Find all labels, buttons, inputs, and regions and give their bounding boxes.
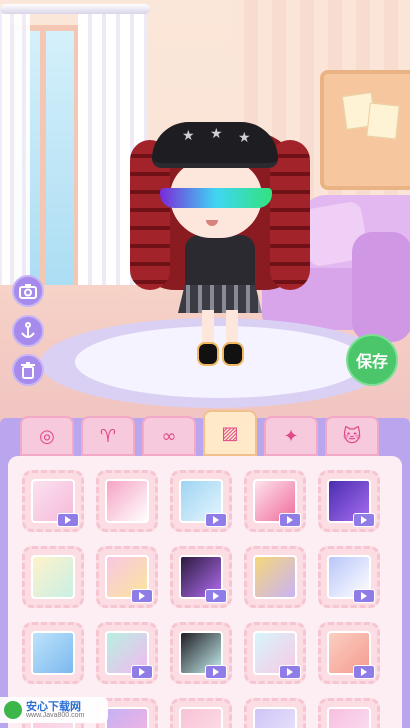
background-image-icon: ▨ — [221, 422, 239, 444]
background-thumbnail — [105, 707, 149, 728]
outfit-skirt — [178, 285, 262, 313]
video-ad-icon — [353, 513, 375, 527]
background-item-pink-stars[interactable] — [318, 698, 380, 728]
tab-magic-wand[interactable]: ✦ — [264, 416, 318, 456]
tab-ring[interactable]: ◎ — [20, 416, 74, 456]
video-ad-icon — [205, 665, 227, 679]
video-ad-icon — [353, 665, 375, 679]
shoe-left — [197, 342, 219, 366]
shoe-right — [222, 342, 244, 366]
background-item-pink-room[interactable] — [170, 698, 232, 728]
camera-icon — [19, 284, 37, 299]
background-item-blue-star[interactable] — [318, 546, 380, 608]
watermark-logo — [4, 701, 22, 719]
curtain-left — [0, 8, 30, 308]
save-button[interactable]: 保存 — [346, 334, 398, 386]
video-ad-icon — [131, 665, 153, 679]
watermark: 安心下载网 www.Java800.com — [0, 697, 108, 723]
tab-headband[interactable]: ♈ — [81, 416, 135, 456]
background-item-rainbow-stars[interactable] — [96, 546, 158, 608]
avatar-character[interactable]: ★ ★ ★ — [130, 110, 310, 375]
video-ad-icon — [279, 665, 301, 679]
background-thumbnail — [327, 707, 371, 728]
background-thumbnail — [179, 707, 223, 728]
background-item-galaxy-purple[interactable] — [318, 470, 380, 532]
star-hat: ★ ★ ★ — [152, 122, 278, 168]
background-item-blue-bubbles[interactable] — [22, 622, 84, 684]
trash-button[interactable] — [12, 354, 44, 386]
watermark-url: www.Java800.com — [26, 712, 85, 719]
watermark-title: 安心下载网 — [26, 700, 81, 713]
glasses-icon: ∞ — [161, 425, 177, 447]
category-tabs: ◎ ♈ ∞ ▨ ✦ 🐱 — [14, 410, 410, 456]
tab-cat[interactable]: 🐱 — [325, 416, 379, 456]
background-item-pink-checker[interactable] — [96, 470, 158, 532]
background-item-heart-dots[interactable] — [244, 470, 306, 532]
background-item-lilac-hearts[interactable] — [244, 546, 306, 608]
magic-wand-icon: ✦ — [283, 425, 299, 447]
background-item-purple-checker[interactable] — [170, 546, 232, 608]
background-item-pastel-grid[interactable] — [22, 546, 84, 608]
background-picker — [8, 456, 402, 728]
trash-icon — [21, 362, 35, 379]
video-ad-icon — [353, 589, 375, 603]
tab-background-image[interactable]: ▨ — [203, 410, 257, 456]
curtain-rod — [0, 4, 150, 14]
star-icon: ★ — [182, 128, 195, 144]
background-thumbnail — [105, 479, 149, 523]
cork-board — [320, 70, 410, 190]
background-item-bow-pattern[interactable] — [22, 470, 84, 532]
background-item-peach-hearts[interactable] — [318, 622, 380, 684]
ring-icon: ◎ — [39, 425, 55, 447]
background-item-pastel-stripes[interactable] — [244, 622, 306, 684]
background-grid — [22, 470, 380, 728]
board-note — [366, 102, 400, 140]
camera-button[interactable] — [12, 275, 44, 307]
anchor-button[interactable] — [12, 315, 44, 347]
background-thumbnail — [253, 555, 297, 599]
background-thumbnail — [31, 631, 75, 675]
anchor-icon — [21, 322, 35, 338]
sofa-arm — [352, 232, 410, 342]
star-icon: ★ — [210, 126, 223, 142]
background-item-lavender-haze[interactable] — [244, 698, 306, 728]
sunglasses — [160, 188, 272, 208]
video-ad-icon — [279, 513, 301, 527]
video-ad-icon — [57, 513, 79, 527]
background-item-blue-hearts[interactable] — [170, 470, 232, 532]
tab-glasses[interactable]: ∞ — [142, 416, 196, 456]
background-thumbnail — [31, 555, 75, 599]
cat-icon: 🐱 — [342, 425, 362, 447]
video-ad-icon — [205, 589, 227, 603]
headband-icon: ♈ — [99, 425, 117, 447]
window-frame — [40, 25, 46, 310]
background-item-drip-checker[interactable] — [170, 622, 232, 684]
background-item-holo-swirl[interactable] — [96, 622, 158, 684]
background-thumbnail — [253, 707, 297, 728]
video-ad-icon — [131, 589, 153, 603]
video-ad-icon — [205, 513, 227, 527]
star-icon: ★ — [238, 130, 251, 146]
